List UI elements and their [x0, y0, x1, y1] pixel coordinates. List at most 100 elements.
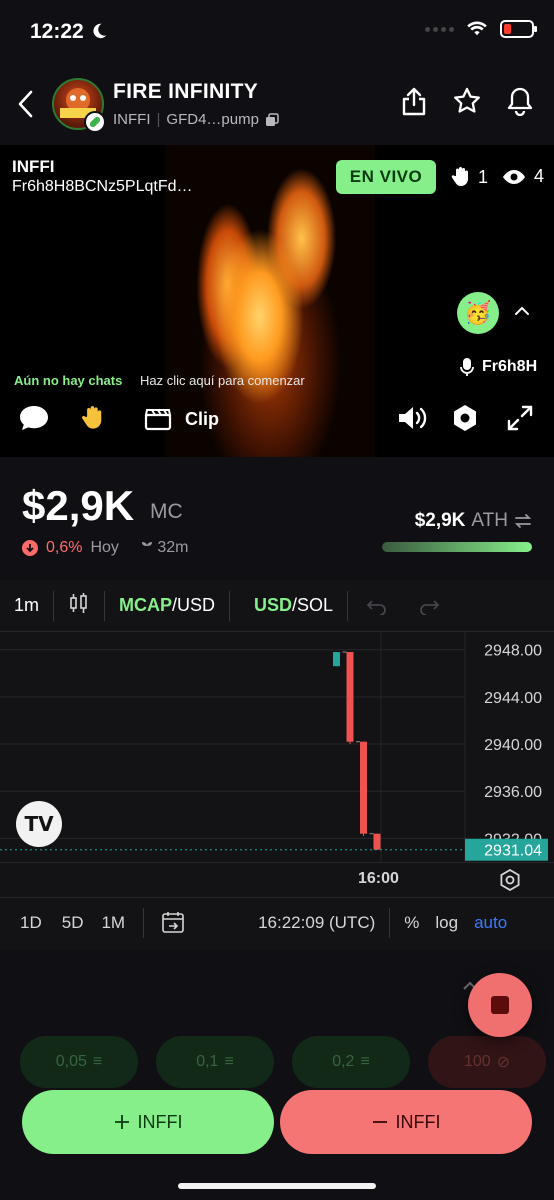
percent-scale-toggle[interactable]: %	[404, 913, 419, 933]
status-time: 12:22	[30, 20, 84, 43]
y-tick-label: 2944.00	[484, 690, 542, 707]
reaction-button[interactable]: 🥳	[457, 292, 499, 334]
x-tick-label: 16:00	[358, 870, 399, 887]
separator: |	[156, 111, 161, 128]
range-1d[interactable]: 1D	[20, 913, 42, 933]
raised-hands-count: 1	[450, 166, 488, 188]
market-cap-unit: MC	[150, 500, 183, 523]
ath-unit: ATH	[471, 510, 508, 531]
y-tick-label: 2936.00	[484, 784, 542, 801]
hand-icon	[451, 167, 468, 186]
sell-label: INFFI	[395, 1111, 441, 1132]
ath-progress-bar	[382, 542, 532, 552]
no-chats-label: Aún no hay chats	[14, 373, 123, 388]
log-scale-toggle[interactable]: log	[435, 913, 458, 933]
change-period: Hoy	[90, 539, 119, 556]
usd-sol-toggle[interactable]: USD/SOL	[230, 595, 347, 616]
amount-option[interactable]: 0,2 ≡	[292, 1036, 410, 1088]
coin-ticker: INFFI	[113, 111, 151, 128]
fullscreen-icon[interactable]	[506, 403, 534, 433]
viewer-count: 4	[502, 166, 544, 187]
moon-icon	[93, 23, 107, 39]
star-icon[interactable]	[452, 86, 482, 116]
plus-icon	[114, 1115, 129, 1129]
stream-address: Fr6h8H8BCNz5PLqtFd…	[12, 178, 193, 195]
speaker-indicator: Fr6h8H	[460, 357, 537, 377]
signal-icon	[425, 26, 454, 32]
wifi-icon	[467, 21, 487, 36]
amount-option[interactable]: 0,05 ≡	[20, 1036, 138, 1088]
coin-subtitle: INFFI | GFD4…pump	[113, 111, 279, 128]
minus-icon	[372, 1121, 387, 1123]
candle	[373, 833, 381, 850]
divider	[143, 908, 145, 938]
solana-icon: ≡	[224, 1053, 234, 1070]
eye-icon	[503, 169, 525, 184]
amount-option[interactable]: 100 ⊘	[428, 1036, 546, 1088]
divider	[347, 590, 349, 621]
percent-circle-icon: ⊘	[496, 1054, 511, 1071]
volume-icon[interactable]	[396, 403, 430, 433]
battery-icon	[500, 20, 537, 38]
interval-selector[interactable]: 1m	[0, 595, 53, 616]
quick-amounts: 0,05 ≡ 0,1 ≡ 0,2 ≡ 100 ⊘	[20, 1036, 546, 1088]
ath-value: $2,9K	[414, 510, 466, 531]
solana-icon: ≡	[360, 1053, 370, 1070]
solana-icon: ≡	[92, 1053, 103, 1070]
stop-icon	[491, 996, 509, 1014]
candle-type-button[interactable]	[54, 591, 104, 620]
arrow-down-circle-icon	[22, 540, 38, 556]
header-actions	[400, 86, 534, 116]
copy-icon[interactable]	[265, 112, 279, 127]
undo-icon[interactable]	[366, 597, 388, 615]
bell-icon[interactable]	[506, 86, 534, 116]
speaker-name: Fr6h8H	[482, 358, 538, 375]
y-tick-label: 2948.00	[484, 643, 542, 660]
page-title: FIRE INFINITY	[113, 80, 259, 103]
range-1m[interactable]: 1M	[101, 913, 125, 933]
chat-bubble-icon[interactable]	[18, 403, 50, 433]
last-price-label: 2931.04	[484, 843, 542, 860]
chat-hint-link[interactable]: Haz clic aquí para comenzar	[140, 373, 305, 388]
amount-option[interactable]: 0,1 ≡	[156, 1036, 274, 1088]
time-axis	[0, 862, 554, 898]
party-face-icon: 🥳	[464, 300, 492, 325]
microphone-icon	[460, 358, 474, 376]
clapperboard-icon[interactable]	[144, 407, 172, 431]
change-percent: 0,6%	[46, 539, 83, 556]
price-chart[interactable]: 2948.002944.002940.002936.002932.002931.…	[0, 632, 554, 862]
chart-bottom-toolbar: 1D 5D 1M 16:22:09 (UTC) % log auto	[0, 898, 554, 948]
stop-stream-button[interactable]	[468, 973, 532, 1037]
raise-hand-icon[interactable]	[80, 403, 106, 433]
mcap-usd-toggle[interactable]: MCAP/USD	[105, 595, 229, 616]
chart-settings-icon[interactable]	[498, 868, 522, 892]
range-5d[interactable]: 5D	[62, 913, 84, 933]
live-stream-video[interactable]: INFFI Fr6h8H8BCNz5PLqtFd… EN VIVO 1 4 🥳 …	[0, 145, 554, 457]
contract-address[interactable]: GFD4…pump	[166, 111, 259, 128]
share-icon[interactable]	[400, 86, 428, 116]
tradingview-logo[interactable]: TV	[16, 801, 62, 847]
stream-ticker: INFFI	[12, 157, 55, 176]
chevron-up-icon[interactable]	[514, 305, 530, 317]
settings-hexagon-icon[interactable]	[451, 403, 479, 433]
sell-button[interactable]: INFFI	[280, 1090, 532, 1154]
live-badge: EN VIVO	[336, 160, 436, 194]
candle	[360, 741, 367, 834]
buy-button[interactable]: INFFI	[22, 1090, 274, 1154]
age-value: 32m	[157, 539, 189, 556]
goto-date-icon[interactable]	[160, 910, 186, 936]
auto-scale-toggle[interactable]: auto	[474, 913, 507, 933]
viewers-value: 4	[534, 166, 545, 186]
market-cap-value: $2,9K	[22, 482, 135, 529]
buy-label: INFFI	[137, 1111, 183, 1132]
swap-icon[interactable]	[514, 512, 532, 530]
redo-icon[interactable]	[418, 597, 440, 615]
sprout-icon	[141, 542, 152, 551]
candle	[333, 652, 340, 667]
utc-clock[interactable]: 16:22:09 (UTC)	[258, 913, 375, 933]
home-indicator	[178, 1183, 376, 1189]
back-icon[interactable]	[16, 88, 36, 120]
clip-button[interactable]: Clip	[185, 409, 219, 430]
price-change: 0,6% Hoy 32m	[22, 539, 189, 557]
candlestick-icon	[70, 593, 87, 613]
